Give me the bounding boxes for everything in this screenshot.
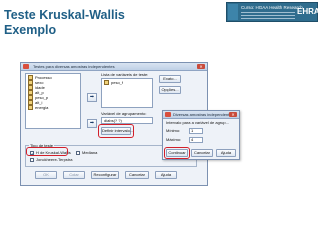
sub-dialog-titlebar[interactable]: Diversas amostras independente... ✕ <box>163 111 239 119</box>
highlight-kruskal-wallis <box>26 147 68 156</box>
main-dialog-titlebar[interactable]: Testes para diversas amostras independen… <box>21 63 207 71</box>
test-variable-item[interactable]: peso_f <box>104 80 123 86</box>
median-checkbox[interactable] <box>76 151 80 155</box>
max-input[interactable]: 4 <box>189 137 203 143</box>
options-button[interactable]: Opções... <box>159 86 181 94</box>
highlight-define-interval <box>98 124 134 138</box>
banner-course-text: Curso: HGAA Health Research <box>241 5 303 10</box>
exact-button[interactable]: Exato... <box>159 75 181 83</box>
close-icon[interactable]: ✕ <box>229 112 237 117</box>
define-range-dialog: Diversas amostras independente... ✕ Inte… <box>162 110 240 160</box>
scale-variable-icon <box>28 105 33 111</box>
move-to-grouping-button[interactable]: ➡ <box>87 119 97 128</box>
highlight-continue <box>164 147 190 159</box>
scale-variable-icon <box>104 80 109 86</box>
banner-line <box>241 12 295 13</box>
slide-title-line2: Exemplo <box>4 23 57 37</box>
slide-title-line1: Teste Kruskal-Wallis <box>4 8 125 22</box>
grouping-variable-field[interactable]: diabs(? ?) <box>101 117 153 124</box>
variable-list[interactable]: Processo sexo idade alt_p peso_p alt_i e… <box>25 73 81 129</box>
paste-button[interactable]: Colar <box>63 171 85 179</box>
test-variable-list[interactable]: peso_f <box>101 78 153 108</box>
grouping-label: Variável de agrupamento: <box>101 111 147 116</box>
ok-button[interactable]: OK <box>35 171 57 179</box>
grouping-variable-value: diabs(? ?) <box>104 118 122 123</box>
jonckheere-checkbox[interactable] <box>30 158 34 162</box>
median-label: Mediana <box>82 150 98 155</box>
test-list-label: Lista de variáveis de teste: <box>101 72 149 77</box>
app-icon <box>23 64 29 69</box>
min-input[interactable]: 1 <box>189 128 203 134</box>
sub-cancel-button[interactable]: Cancelar <box>191 149 213 157</box>
min-label: Mínimo: <box>166 128 181 133</box>
variable-item[interactable]: energia <box>28 105 48 111</box>
sub-dialog-title: Diversas amostras independente... <box>173 112 235 117</box>
banner-logo: EHRA <box>297 7 320 16</box>
main-dialog-title: Testes para diversas amostras independen… <box>33 64 115 69</box>
course-banner: Curso: HGAA Health Research EHRA <box>226 2 320 22</box>
banner-line <box>241 18 295 19</box>
help-button[interactable]: Ajuda <box>155 171 177 179</box>
close-icon[interactable]: ✕ <box>197 64 205 69</box>
reset-button[interactable]: Reconfigurar <box>91 171 119 179</box>
banner-line <box>241 15 295 16</box>
cancel-button[interactable]: Cancelar <box>125 171 149 179</box>
slide-title: Teste Kruskal-Wallis Exemplo <box>4 8 174 38</box>
range-label: Intervalo para a variável de agrup... <box>166 120 229 125</box>
jonckheere-label: Jonckheere-Terpstra <box>36 157 73 162</box>
max-label: Máximo: <box>166 137 182 142</box>
move-to-test-list-button[interactable]: ➡ <box>87 93 97 102</box>
banner-photo <box>228 4 238 20</box>
app-icon <box>165 112 171 117</box>
sub-help-button[interactable]: Ajuda <box>216 149 236 157</box>
